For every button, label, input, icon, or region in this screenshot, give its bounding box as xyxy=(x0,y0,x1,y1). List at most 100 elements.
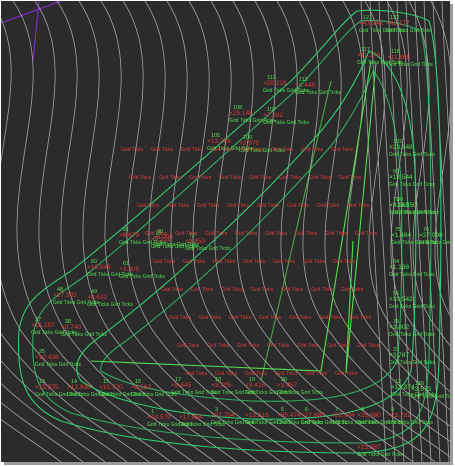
point-labels: 121×43.943Grid Ticks Grid Ticks122×43.17… xyxy=(31,15,450,458)
elevation-value: ×8.449 xyxy=(295,82,315,89)
grid-ticks-label: Grid Ticks xyxy=(289,315,312,321)
point-label: 102×23.848Grid Ticks Grid Ticks xyxy=(389,139,435,158)
point-label: 64×1.138Grid Ticks Grid Ticks xyxy=(389,259,435,278)
elevation-value: ×10.542 xyxy=(389,296,413,303)
grid-ticks-label: Grid Ticks Grid Ticks xyxy=(119,274,165,280)
cad-drawing-viewport[interactable]: 121 ×43.943 Grid Ticks Grid Ticks 122 ×43.17… xyxy=(1,1,450,462)
grid-ticks-label: Grid Ticks Grid Ticks xyxy=(185,246,231,252)
elevation-value: ×3.457 xyxy=(277,382,297,389)
elevation-value: ×8.859 xyxy=(185,238,205,245)
grid-ticks-label: Grid Ticks xyxy=(249,175,272,181)
point-label: 25×10.436Grid Ticks Grid Ticks xyxy=(35,349,81,368)
grid-ticks-label: Grid Ticks xyxy=(271,147,294,153)
grid-ticks-label: Grid Ticks xyxy=(183,259,206,265)
grid-ticks-label: Grid Ticks xyxy=(357,343,380,349)
elevation-value: ×9.211 xyxy=(151,236,171,243)
elevation-value: ×16.157 xyxy=(31,322,55,329)
elevation-value: ×11.176 xyxy=(357,52,381,59)
grid-ticks-label: Grid Ticks xyxy=(189,175,212,181)
elevation-value: ×16.049 xyxy=(87,264,111,271)
grid-ticks-label: Grid Ticks xyxy=(333,259,356,265)
grid-ticks-label: Grid Ticks xyxy=(311,287,334,293)
point-label: 56×10.542Grid Ticks Grid Ticks xyxy=(389,291,435,310)
grid-ticks-label: Grid Ticks xyxy=(245,371,268,377)
elevation-value: ×10.720 xyxy=(99,384,123,391)
grid-ticks-label: Grid Ticks xyxy=(243,259,266,265)
elevation-value: ×3.787 xyxy=(389,352,409,359)
grid-ticks-label: Grid Ticks xyxy=(347,203,370,209)
grid-ticks-label: Grid Ticks xyxy=(121,147,144,153)
grid-ticks-label: Grid Ticks Grid Ticks xyxy=(389,304,435,310)
grid-ticks-label: Grid Ticks xyxy=(305,371,328,377)
elevation-value: ×37.704 xyxy=(211,412,235,419)
elevation-value: ×43.943 xyxy=(359,20,383,27)
grid-ticks-label: Grid Ticks xyxy=(275,371,298,377)
elevation-value: ×3.573 xyxy=(411,386,431,393)
grid-ticks-label: Grid Ticks xyxy=(235,231,258,237)
elevation-value: ×23.987 xyxy=(357,444,381,451)
elevation-value: ×13.749 xyxy=(207,138,231,145)
grid-ticks-label: Grid Ticks xyxy=(219,175,242,181)
elevation-value: ×27.098 xyxy=(419,232,443,239)
grid-ticks-label: Grid Ticks xyxy=(331,147,354,153)
grid-ticks-label: Grid Ticks Grid Ticks xyxy=(389,152,435,158)
grid-ticks-label: Grid Ticks xyxy=(327,343,350,349)
point-label: 49×8.632Grid Ticks Grid Ticks xyxy=(87,289,133,308)
grid-ticks-label: Grid Ticks xyxy=(273,259,296,265)
grid-ticks-label: Grid Ticks xyxy=(161,287,184,293)
grid-ticks-label: Grid Ticks xyxy=(185,371,208,377)
grid-ticks-label: Grid Ticks xyxy=(153,259,176,265)
grid-ticks-label: Grid Ticks Grid Ticks xyxy=(419,240,450,246)
grid-ticks-label: Grid Ticks xyxy=(287,203,310,209)
grid-ticks-label: Grid Ticks Grid Ticks xyxy=(61,332,107,338)
grid-ticks-label: Grid Ticks xyxy=(197,203,220,209)
elevation-value: ×27.689 xyxy=(301,412,325,419)
grid-ticks-label: Grid Ticks xyxy=(213,259,236,265)
grid-ticks-label: Grid Ticks xyxy=(159,175,182,181)
grid-ticks-label: Grid Ticks xyxy=(221,287,244,293)
grid-ticks-label: Grid Ticks xyxy=(259,315,282,321)
elevation-value: ×1.138 xyxy=(389,264,409,271)
elevation-value: ×11.868 xyxy=(387,54,411,61)
grid-ticks-label: Grid Ticks Grid Ticks xyxy=(357,452,403,458)
grid-ticks-label: Grid Ticks xyxy=(301,147,324,153)
point-label: 93×13.544Grid Ticks Grid Ticks xyxy=(389,169,435,188)
grid-ticks-label: Grid Ticks xyxy=(137,203,160,209)
elevation-value: ×25.148 xyxy=(229,110,253,117)
elevation-value: ×3.415 xyxy=(245,382,265,389)
grid-ticks-label: Grid Ticks xyxy=(341,287,364,293)
point-label: 126×3.573Grid Ticks Grid Ticks xyxy=(411,381,450,400)
elevation-value: ×25.960 xyxy=(357,412,381,419)
elevation-value: ×23.781 xyxy=(387,412,411,419)
grid-ticks-label: Grid Ticks xyxy=(167,203,190,209)
elevation-value: ×43.579 xyxy=(147,414,171,421)
grid-ticks-label: Grid Ticks Grid Ticks xyxy=(389,272,435,278)
grid-ticks-label: Grid Ticks Grid Ticks xyxy=(387,62,433,68)
elevation-value: ×26.084 xyxy=(331,412,355,419)
grid-ticks-label: Grid Ticks xyxy=(191,287,214,293)
grid-ticks-label: Grid Ticks xyxy=(257,203,280,209)
site-plan-drawing[interactable]: 121×43.943Grid Ticks Grid Ticks122×43.17… xyxy=(1,1,450,462)
shadow-right xyxy=(450,4,453,464)
elevation-value: ×8.563 xyxy=(131,384,151,391)
grid-ticks-label: Grid Ticks xyxy=(169,315,192,321)
elevation-value: ×23.848 xyxy=(389,144,413,151)
point-label: 107×7.292Grid Ticks Grid Ticks xyxy=(263,107,309,126)
grid-ticks-label: Grid Ticks xyxy=(211,147,234,153)
grid-ticks-label: Grid Ticks xyxy=(279,175,302,181)
grid-ticks-label: Grid Ticks xyxy=(199,315,222,321)
grid-ticks-label: Grid Ticks xyxy=(151,147,174,153)
elevation-value: ×35.474 xyxy=(277,412,301,419)
point-label: 20×3.457Grid Ticks Grid Ticks xyxy=(277,377,323,396)
grid-ticks-label: Grid Ticks Grid Ticks xyxy=(411,394,450,400)
grid-ticks-label: Grid Ticks Grid Ticks xyxy=(277,390,323,396)
grid-ticks-label: Grid Ticks xyxy=(175,231,198,237)
grid-ticks-label: Grid Ticks xyxy=(207,343,230,349)
contour-line xyxy=(441,1,450,163)
elevation-value: ×17.854 xyxy=(179,414,203,421)
elevation-value: ×5.645 xyxy=(171,382,191,389)
grid-ticks-label: Grid Ticks xyxy=(297,343,320,349)
grid-ticks-label: Grid Ticks xyxy=(241,147,264,153)
elevation-value: ×23.850 xyxy=(393,202,417,209)
grid-ticks-label: Grid Ticks xyxy=(145,231,168,237)
